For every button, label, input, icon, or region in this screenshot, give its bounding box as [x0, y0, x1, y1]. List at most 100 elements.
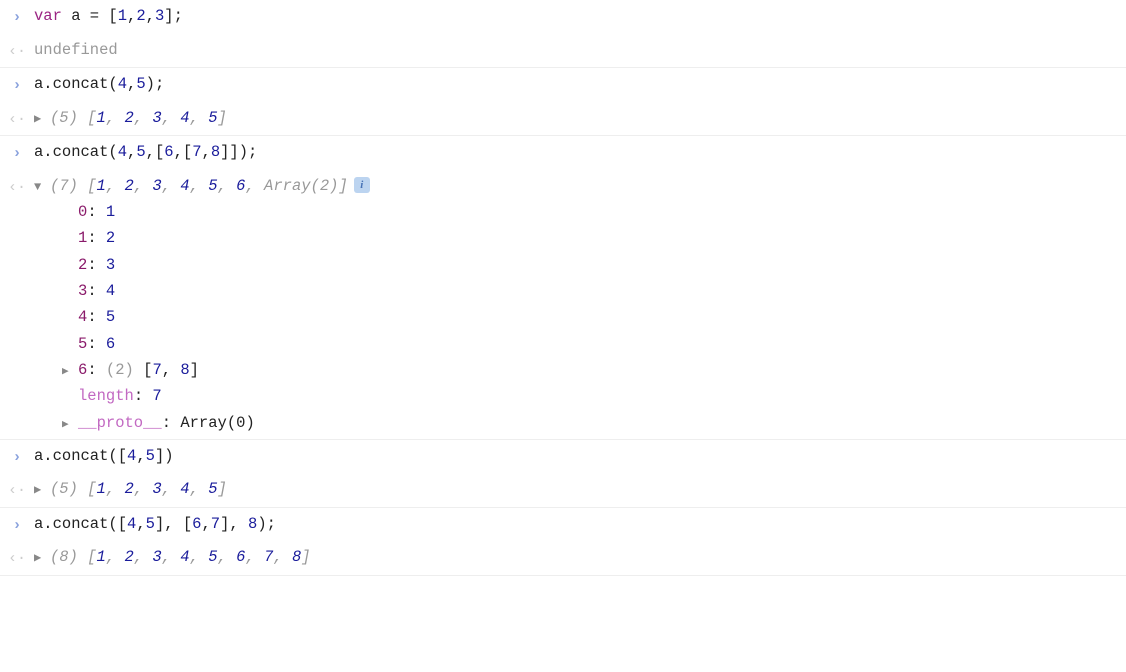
comma: , — [218, 548, 237, 566]
output-array-expanded: ▼(7) [1, 2, 3, 4, 5, 6, Array(2)]i 0: 1 … — [34, 173, 1126, 436]
length-value: 7 — [152, 387, 161, 405]
entry-value: 2 — [106, 229, 115, 247]
output-value: undefined — [34, 37, 1126, 63]
array-entry[interactable]: 4: 5 — [78, 304, 1118, 330]
number-literal: 8 — [180, 361, 189, 379]
array-entry[interactable]: 1: 2 — [78, 225, 1118, 251]
input-code[interactable]: a.concat([4,5], [6,7], 8); — [34, 511, 1126, 537]
number-literal: 2 — [124, 177, 133, 195]
bracket: [ — [78, 109, 97, 127]
comma: , — [190, 548, 209, 566]
code-text: a.concat([ — [34, 447, 127, 465]
comma: , — [134, 109, 153, 127]
number-literal: 3 — [155, 7, 164, 25]
comma: , — [190, 109, 209, 127]
input-prompt-icon: › — [0, 3, 34, 31]
comma: , — [218, 177, 237, 195]
array-entry[interactable]: 3: 4 — [78, 278, 1118, 304]
output-prompt-icon: ‹· — [0, 105, 34, 133]
number-literal: 5 — [208, 109, 217, 127]
disclosure-right-icon[interactable]: ▶ — [34, 548, 48, 568]
info-icon[interactable]: i — [354, 177, 370, 193]
code-text: ,[ — [146, 143, 165, 161]
number-literal: 3 — [152, 177, 161, 195]
bracket: ] — [218, 109, 227, 127]
number-literal: 7 — [192, 143, 201, 161]
entry-index: 4 — [78, 308, 87, 326]
code-text: ]; — [164, 7, 183, 25]
array-summary[interactable]: ▼(7) [1, 2, 3, 4, 5, 6, Array(2)]i — [34, 173, 1118, 199]
comma: , — [146, 7, 155, 25]
comma: , — [106, 109, 125, 127]
colon: : — [87, 335, 106, 353]
comma: , — [134, 480, 153, 498]
output-array[interactable]: ▶(8) [1, 2, 3, 4, 5, 6, 7, 8] — [34, 544, 1126, 570]
number-literal: 4 — [180, 548, 189, 566]
entry-value: 5 — [106, 308, 115, 326]
console-output-row: ‹· ▶(5) [1, 2, 3, 4, 5] — [0, 473, 1126, 508]
code-text: a.concat( — [34, 75, 118, 93]
number-literal: 7 — [211, 515, 220, 533]
input-code[interactable]: a.concat(4,5,[6,[7,8]]); — [34, 139, 1126, 165]
comma: , — [162, 177, 181, 195]
number-literal: 2 — [124, 109, 133, 127]
entry-index: 6 — [78, 361, 87, 379]
array-entry[interactable]: 5: 6 — [78, 331, 1118, 357]
number-literal: 1 — [97, 548, 106, 566]
output-array[interactable]: ▶(5) [1, 2, 3, 4, 5] — [34, 476, 1126, 502]
number-literal: 4 — [180, 480, 189, 498]
entry-index: 2 — [78, 256, 87, 274]
proto-value: Array(0) — [180, 414, 254, 432]
array-count: (5) — [50, 480, 78, 498]
comma: , — [202, 143, 211, 161]
entry-index: 0 — [78, 203, 87, 221]
console-output-row: ‹· ▶(5) [1, 2, 3, 4, 5] — [0, 102, 1126, 137]
comma: , — [245, 548, 264, 566]
disclosure-right-icon[interactable]: ▶ — [62, 363, 74, 382]
comma: , — [136, 515, 145, 533]
keyword: var — [34, 7, 62, 25]
code-text: ], [ — [155, 515, 192, 533]
comma: , — [162, 480, 181, 498]
array-entry-nested[interactable]: ▶6: (2) [7, 8] — [78, 357, 1118, 383]
code-text: ); — [257, 515, 276, 533]
array-count: (5) — [50, 109, 78, 127]
output-array[interactable]: ▶(5) [1, 2, 3, 4, 5] — [34, 105, 1126, 131]
entry-value: 6 — [106, 335, 115, 353]
console-input-row: › a.concat(4,5); — [0, 68, 1126, 102]
bracket: ] — [338, 177, 347, 195]
number-literal: 2 — [136, 7, 145, 25]
number-literal: 1 — [97, 480, 106, 498]
comma: , — [162, 109, 181, 127]
entry-value: 1 — [106, 203, 115, 221]
console-panel: › var a = [1,2,3]; ‹· undefined › a.conc… — [0, 0, 1126, 576]
number-literal: 3 — [152, 109, 161, 127]
number-literal: 5 — [146, 447, 155, 465]
disclosure-right-icon[interactable]: ▶ — [34, 109, 48, 129]
input-code[interactable]: a.concat(4,5); — [34, 71, 1126, 97]
disclosure-right-icon[interactable]: ▶ — [62, 416, 74, 435]
array-entry[interactable]: 0: 1 — [78, 199, 1118, 225]
array-count: (7) — [50, 177, 78, 195]
array-length[interactable]: length: 7 — [78, 383, 1118, 409]
comma: , — [245, 177, 264, 195]
array-entry[interactable]: 2: 3 — [78, 252, 1118, 278]
array-proto[interactable]: ▶__proto__: Array(0) — [78, 410, 1118, 436]
input-code[interactable]: var a = [1,2,3]; — [34, 3, 1126, 29]
input-code[interactable]: a.concat([4,5]) — [34, 443, 1126, 469]
output-prompt-icon: ‹· — [0, 173, 34, 201]
disclosure-down-icon[interactable]: ▼ — [34, 177, 48, 197]
comma: , — [106, 548, 125, 566]
comma: , — [106, 480, 125, 498]
bracket: [ — [78, 177, 97, 195]
comma: , — [127, 75, 136, 93]
proto-label: __proto__ — [78, 414, 162, 432]
comma: , — [162, 361, 181, 379]
number-literal: 1 — [118, 7, 127, 25]
comma: , — [106, 177, 125, 195]
comma: , — [136, 447, 145, 465]
number-literal: 1 — [97, 177, 106, 195]
disclosure-right-icon[interactable]: ▶ — [34, 480, 48, 500]
entry-value: 4 — [106, 282, 115, 300]
input-prompt-icon: › — [0, 443, 34, 471]
